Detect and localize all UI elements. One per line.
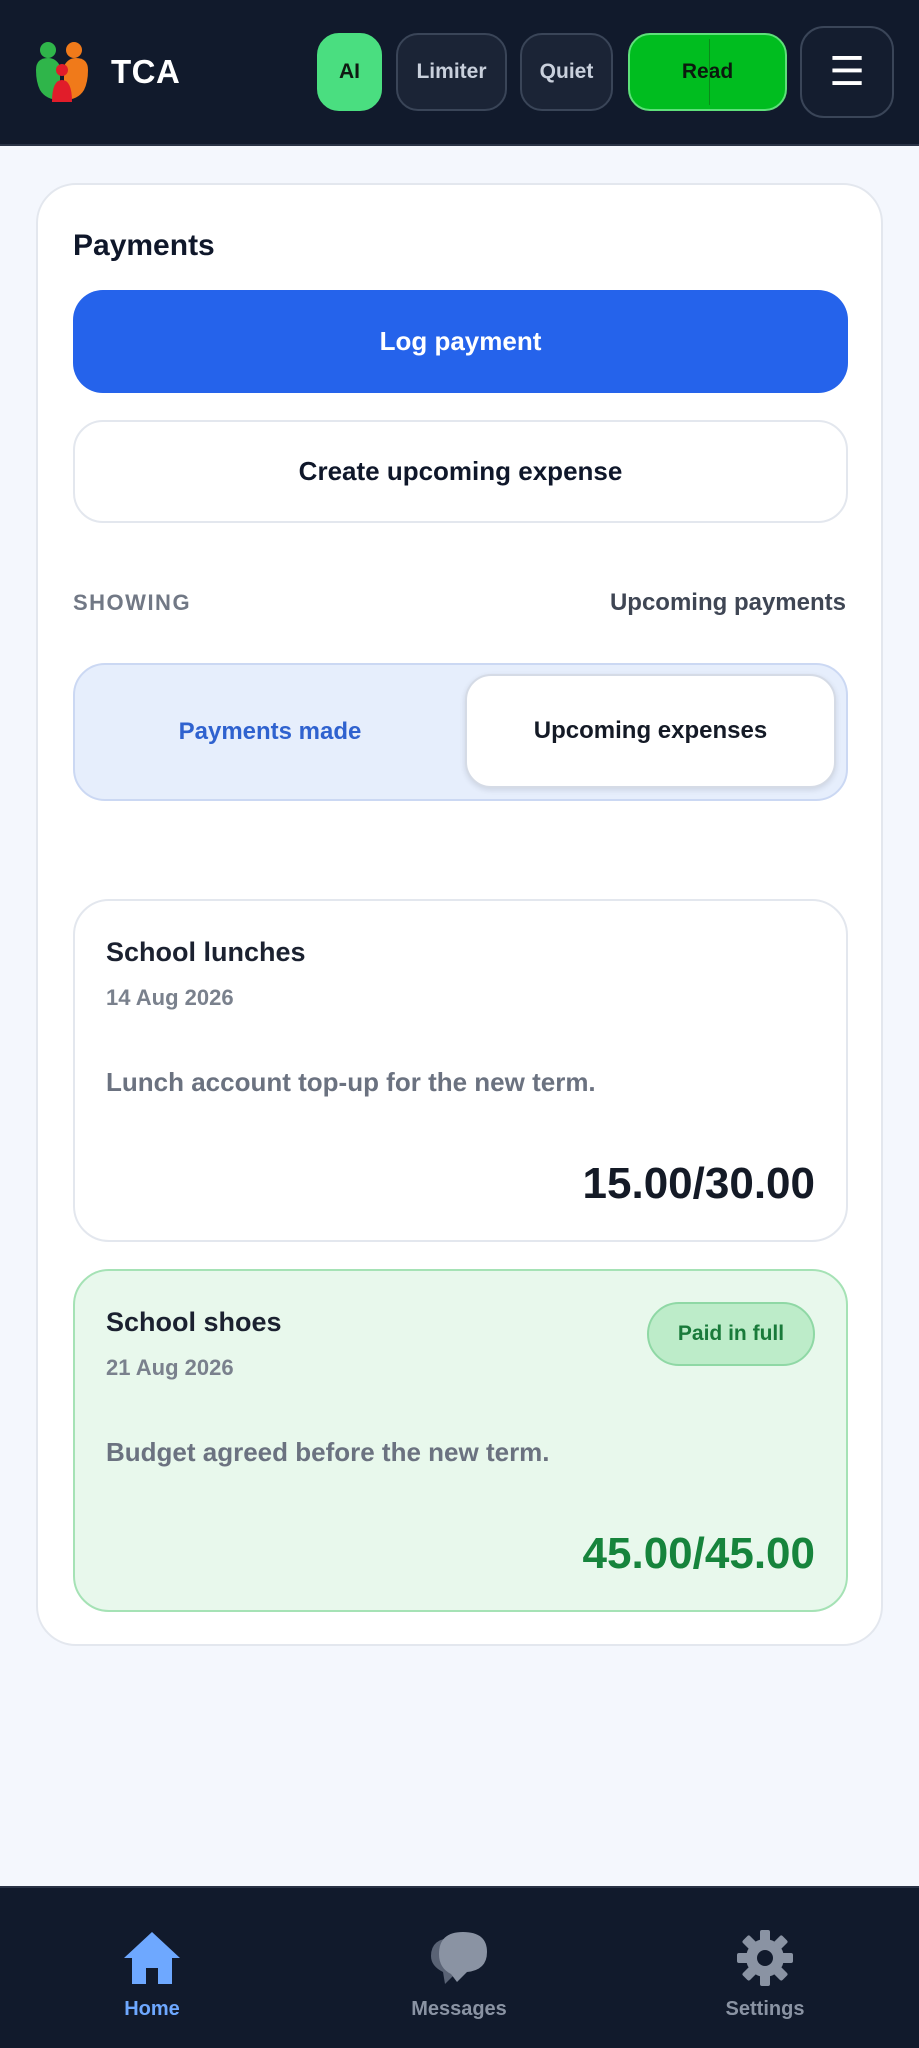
top-bar: TCA AI Limiter Quiet Read ☰ xyxy=(0,0,919,146)
log-payment-button[interactable]: Log payment xyxy=(73,290,848,393)
expense-amount: 15.00/30.00 xyxy=(582,1159,815,1208)
bottom-nav: Home Messages Settings xyxy=(0,1886,919,2048)
expense-date: 21 Aug 2026 xyxy=(106,1355,234,1380)
nav-item-messages[interactable]: Messages xyxy=(359,1888,559,2048)
read-toggle[interactable]: Read xyxy=(628,33,787,111)
tab-upcoming-expenses[interactable]: Upcoming expenses xyxy=(465,674,836,788)
nav-label-settings: Settings xyxy=(725,1998,805,2020)
expense-title: School lunches xyxy=(106,937,306,967)
nav-item-settings[interactable]: Settings xyxy=(665,1888,865,2048)
create-upcoming-expense-button[interactable]: Create upcoming expense xyxy=(73,420,848,523)
menu-button[interactable]: ☰ xyxy=(800,26,894,118)
menu-icon: ☰ xyxy=(829,50,865,94)
view-segmented-control: Payments made Upcoming expenses xyxy=(73,663,848,801)
chat-icon xyxy=(431,1932,487,1984)
limiter-toggle[interactable]: Limiter xyxy=(396,33,507,111)
nav-label-messages: Messages xyxy=(411,1998,507,2020)
expense-date: 14 Aug 2026 xyxy=(106,985,234,1010)
nav-label-home: Home xyxy=(124,1998,180,2020)
gear-icon xyxy=(737,1930,793,1986)
showing-value: Upcoming payments xyxy=(609,589,846,616)
paid-in-full-badge: Paid in full xyxy=(647,1302,815,1366)
expense-card[interactable]: School shoes 21 Aug 2026 Paid in full Bu… xyxy=(73,1269,848,1612)
family-logo-icon xyxy=(36,42,88,102)
expense-title: School shoes xyxy=(106,1307,282,1337)
expense-card[interactable]: School lunches 14 Aug 2026 Lunch account… xyxy=(73,899,848,1242)
expense-description: Budget agreed before the new term. xyxy=(106,1437,550,1467)
quiet-toggle[interactable]: Quiet xyxy=(520,33,613,111)
payments-card: Payments Log payment Create upcoming exp… xyxy=(36,183,883,1646)
read-toggle-divider xyxy=(709,39,710,105)
ai-toggle[interactable]: AI xyxy=(317,33,382,111)
expense-description: Lunch account top-up for the new term. xyxy=(106,1067,596,1097)
expense-amount: 45.00/45.00 xyxy=(582,1529,815,1578)
app-title: TCA xyxy=(111,53,181,90)
home-icon xyxy=(124,1932,180,1984)
read-toggle-label: Read xyxy=(681,60,734,83)
page-title: Payments xyxy=(73,229,215,262)
tab-payments-made[interactable]: Payments made xyxy=(75,665,465,799)
showing-label: SHOWING xyxy=(73,590,192,615)
nav-item-home[interactable]: Home xyxy=(52,1888,252,2048)
